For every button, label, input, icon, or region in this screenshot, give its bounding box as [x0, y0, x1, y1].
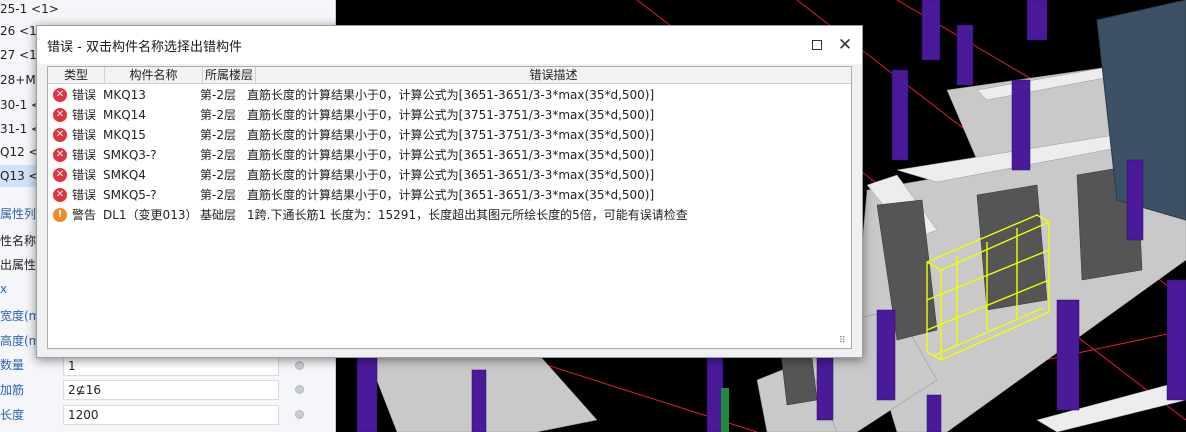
cell-type: 错误	[72, 88, 97, 102]
table-row[interactable]: ✕ 错误 SMKQ3-? 第-2层 直筋长度的计算结果小于0，计算公式为[3651-36…	[48, 145, 851, 165]
property-value-field[interactable]: 1200	[63, 405, 279, 425]
error-icon: ✕	[53, 168, 67, 182]
cell-error-description: 直筋长度的计算结果小于0，计算公式为[3751-3751/3-3*max(35*…	[247, 108, 655, 122]
dialog-titlebar[interactable]: 错误 - 双击构件名称选择出错构件 ✕	[37, 26, 862, 64]
error-icon: ✕	[53, 128, 67, 142]
close-icon: ✕	[837, 35, 853, 55]
table-row[interactable]: ✕ 错误 MKQ14 第-2层 直筋长度的计算结果小于0，计算公式为[3751-3751…	[48, 105, 851, 125]
cell-type: 错误	[72, 108, 97, 122]
cell-error-description: 直筋长度的计算结果小于0，计算公式为[3651-3651/3-3*max(35*…	[247, 168, 655, 182]
column-header-floor[interactable]: 所属楼层	[203, 67, 256, 83]
table-row[interactable]: ✕ 错误 SMKQ5-? 第-2层 直筋长度的计算结果小于0，计算公式为[3651-36…	[48, 185, 851, 205]
warning-icon: !	[53, 208, 67, 222]
error-table: 类型 构件名称 所属楼层 错误描述 ✕ 错误 MKQ13 第-2层 直筋长度的计算结果小…	[47, 66, 852, 349]
cell-component-name[interactable]: MKQ15	[103, 125, 203, 145]
property-radio[interactable]	[295, 385, 304, 394]
cell-error-description: 直筋长度的计算结果小于0，计算公式为[3651-3651/3-3*max(35*…	[247, 148, 655, 162]
cell-component-name[interactable]: SMKQ3-?	[103, 145, 203, 165]
cell-component-name[interactable]: SMKQ5-?	[103, 185, 203, 205]
column-header-error-description[interactable]: 错误描述	[256, 67, 851, 83]
property-value-field[interactable]: 2⊈16	[63, 380, 279, 400]
table-row[interactable]: ✕ 错误 MKQ15 第-2层 直筋长度的计算结果小于0，计算公式为[3751-3751…	[48, 125, 851, 145]
property-label: 长度	[0, 408, 25, 422]
resize-grip-icon[interactable]: ⠿	[839, 336, 849, 346]
cell-component-name[interactable]: MKQ13	[103, 85, 203, 105]
cell-component-name[interactable]: MKQ14	[103, 105, 203, 125]
error-icon: ✕	[53, 108, 67, 122]
error-dialog: 错误 - 双击构件名称选择出错构件 ✕ 类型 构件名称 所属楼层 错误描述 ✕ 错…	[36, 25, 863, 358]
cell-type: 错误	[72, 148, 97, 162]
error-icon: ✕	[53, 148, 67, 162]
cell-component-name[interactable]: DL1（变更013）	[103, 205, 203, 225]
cell-error-description: 直筋长度的计算结果小于0，计算公式为[3651-3651/3-3*max(35*…	[247, 188, 655, 202]
cell-component-name[interactable]: SMKQ4	[103, 165, 203, 185]
dialog-title: 错误 - 双击构件名称选择出错构件	[47, 40, 242, 55]
error-icon: ✕	[53, 188, 67, 202]
column-header-type[interactable]: 类型	[48, 67, 105, 83]
cell-error-description: 直筋长度的计算结果小于0，计算公式为[3751-3751/3-3*max(35*…	[247, 128, 655, 142]
property-radio[interactable]	[295, 361, 304, 370]
property-radio[interactable]	[295, 410, 304, 419]
table-row[interactable]: ✕ 错误 SMKQ4 第-2层 直筋长度的计算结果小于0，计算公式为[3651-3651…	[48, 165, 851, 185]
component-list-item[interactable]: 25-1 <1>	[0, 0, 335, 20]
maximize-icon	[812, 40, 822, 50]
cell-error-description: 直筋长度的计算结果小于0，计算公式为[3651-3651/3-3*max(35*…	[247, 88, 655, 102]
maximize-button[interactable]	[806, 34, 828, 56]
property-value-field[interactable]: 1	[63, 356, 279, 376]
cell-type: 错误	[72, 188, 97, 202]
column-header-component-name[interactable]: 构件名称	[105, 67, 203, 83]
cell-type: 错误	[72, 168, 97, 182]
cell-error-description: 1跨.下通长筋1 长度为：15291，长度超出其图元所绘长度的5倍，可能有误请检…	[247, 208, 688, 222]
cell-type: 错误	[72, 128, 97, 142]
table-row[interactable]: ! 警告 DL1（变更013） 基础层 1跨.下通长筋1 长度为：15291，长度超出其…	[48, 205, 851, 225]
table-header: 类型 构件名称 所属楼层 错误描述	[48, 67, 851, 84]
property-label: 加筋	[0, 383, 25, 397]
close-button[interactable]: ✕	[834, 34, 856, 56]
error-icon: ✕	[53, 88, 67, 102]
cell-type: 警告	[72, 208, 97, 222]
table-row[interactable]: ✕ 错误 MKQ13 第-2层 直筋长度的计算结果小于0，计算公式为[3651-3651…	[48, 85, 851, 105]
